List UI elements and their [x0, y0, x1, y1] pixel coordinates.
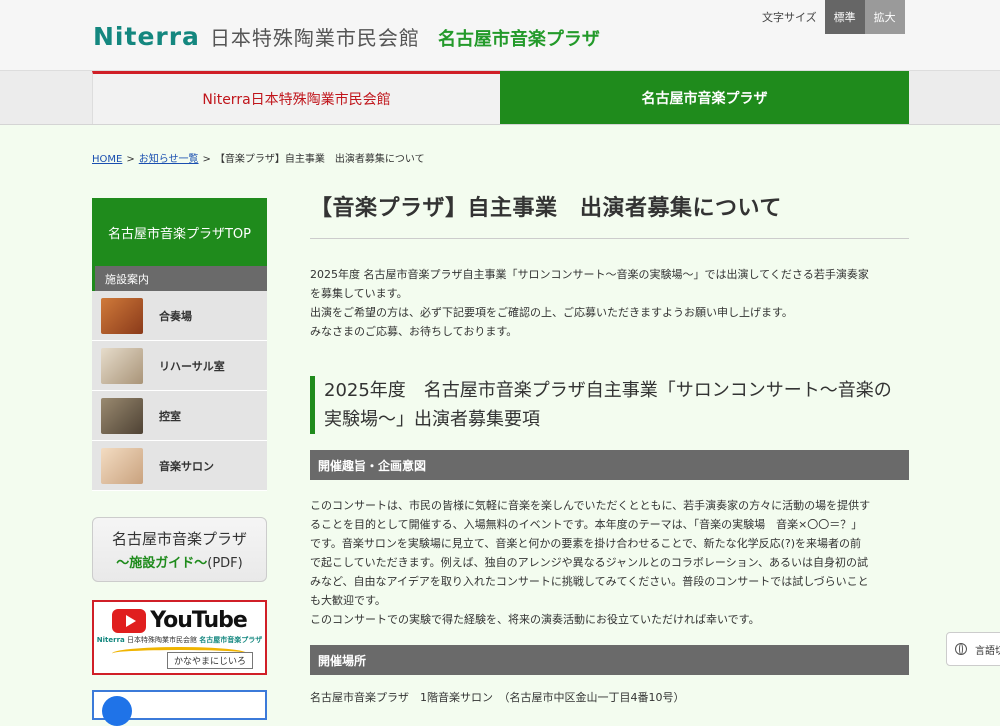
sidebar-item-ensemble-hall[interactable]: 合奏場: [92, 291, 267, 341]
music-salon-thumbnail: [101, 447, 143, 484]
breadcrumb-news-link[interactable]: お知らせ一覧: [139, 154, 199, 165]
main-content: 【音楽プラザ】自主事業 出演者募集について 2025年度 名古屋市音楽プラザ自主…: [310, 190, 909, 705]
font-size-switcher: 文字サイズ 標準 拡大: [762, 0, 905, 34]
logo-brand: Niterra: [93, 22, 200, 51]
youtube-banner-plaza: 名古屋市音楽プラザ: [199, 636, 263, 644]
guide-banner-pdf-label: (PDF): [207, 556, 243, 571]
body-line: です。音楽サロンを実験場に見立て、音楽と何かの要素を掛け合わせることで、新たな化…: [310, 537, 861, 550]
sidebar-item-rehearsal-room[interactable]: リハーサル室: [92, 341, 267, 391]
site-header: Niterra 日本特殊陶業市民会館 名古屋市音楽プラザ 文字サイズ 標準 拡大: [0, 0, 1000, 70]
youtube-wordmark: YouTube: [150, 608, 248, 633]
font-size-standard-button[interactable]: 標準: [824, 0, 865, 34]
intro-line: 2025年度 名古屋市音楽プラザ自主事業「サロンコンサート～音楽の実験場～」では…: [310, 268, 869, 281]
section-heading-purpose: 開催趣旨・企画意図: [310, 450, 909, 480]
youtube-channel-name: かなやまにじいろ: [166, 652, 253, 669]
section-heading-venue: 開催場所: [310, 645, 909, 675]
sidebar-section-heading: 施設案内: [92, 266, 267, 291]
sidebar-item-label: 控室: [159, 409, 181, 423]
rehearsal-room-thumbnail: [101, 347, 143, 384]
tab-civic-hall[interactable]: Niterra日本特殊陶業市民会館: [92, 71, 500, 124]
intro-line: を募集しています。: [310, 287, 408, 300]
intro-line: 出演をご希望の方は、必ず下記要項をご確認の上、ご応募いただきますようお願い申し上…: [310, 306, 793, 319]
page-title: 【音楽プラザ】自主事業 出演者募集について: [310, 190, 909, 239]
green-room-thumbnail: [101, 397, 143, 434]
sidebar: 名古屋市音楽プラザTOP 施設案内 合奏場 リハーサル室 控室 音楽サロン: [92, 198, 267, 491]
youtube-banner-venues: Niterra 日本特殊陶業市民会館 名古屋市音楽プラザ: [94, 635, 265, 645]
ensemble-hall-thumbnail: [101, 297, 143, 334]
breadcrumb-separator: >: [202, 154, 211, 165]
sidebar-item-label: リハーサル室: [159, 359, 225, 373]
intro-line: みなさまのご応募、お待ちしております。: [310, 325, 518, 338]
facebook-icon: [102, 696, 132, 726]
purpose-text: このコンサートは、市民の皆様に気軽に音楽を楽しんでいただくとともに、若手演奏家の…: [310, 496, 909, 629]
globe-icon: [955, 643, 967, 655]
youtube-logo: YouTube: [94, 608, 265, 633]
guide-banner-subtitle-text: ～施設ガイド～: [116, 556, 208, 571]
language-switch-label: 言語切: [975, 645, 1000, 657]
body-line: このコンサートは、市民の皆様に気軽に音楽を楽しんでいただくとともに、若手演奏家の…: [310, 499, 871, 512]
facility-guide-pdf-banner[interactable]: 名古屋市音楽プラザ ～施設ガイド～(PDF): [92, 517, 267, 582]
body-line: このコンサートでの実験で得た経験を、将来の演奏活動にお役立ていただければ幸いです…: [310, 613, 760, 626]
body-line: みなど、自由なアイデアを取り入れたコンサートに挑戦してみてください。普段のコンサ…: [310, 575, 869, 588]
youtube-banner-hall: 日本特殊陶業市民会館: [126, 636, 197, 644]
body-line: で起こしていただきます。例えば、独自のアレンジや異なるジャンルとのコラボレーショ…: [310, 556, 869, 569]
sidebar-item-music-salon[interactable]: 音楽サロン: [92, 441, 267, 491]
sidebar-plaza-top-link[interactable]: 名古屋市音楽プラザTOP: [92, 198, 267, 266]
intro-text: 2025年度 名古屋市音楽プラザ自主事業「サロンコンサート～音楽の実験場～」では…: [310, 265, 909, 341]
logo-plaza-name: 名古屋市音楽プラザ: [437, 29, 600, 50]
font-size-label: 文字サイズ: [762, 11, 817, 24]
tab-music-plaza[interactable]: 名古屋市音楽プラザ: [500, 71, 909, 124]
logo-hall-name: 日本特殊陶業市民会館: [209, 26, 420, 50]
guide-banner-title: 名古屋市音楽プラザ: [111, 530, 247, 548]
guide-banner-subtitle: ～施設ガイド～(PDF): [93, 552, 266, 571]
recruitment-heading: 2025年度 名古屋市音楽プラザ自主事業「サロンコンサート～音楽の実験場～」出演…: [310, 376, 909, 434]
breadcrumb-home-link[interactable]: HOME: [92, 154, 122, 165]
breadcrumb-current: 【音楽プラザ】自主事業 出演者募集について: [214, 154, 425, 165]
venue-text: 名古屋市音楽プラザ 1階音楽サロン （名古屋市中区金山一丁目4番10号）: [310, 691, 685, 704]
sidebar-item-label: 音楽サロン: [159, 459, 214, 473]
youtube-banner-brand: Niterra: [96, 636, 125, 644]
body-line: ることを目的として開催する、入場無料のイベントです。本年度のテーマは、「音楽の実…: [310, 518, 863, 531]
facebook-banner[interactable]: [92, 690, 267, 726]
font-size-large-button[interactable]: 拡大: [864, 0, 905, 34]
body-line: も大歓迎です。: [310, 594, 386, 607]
sidebar-item-green-room[interactable]: 控室: [92, 391, 267, 441]
breadcrumb: HOME > お知らせ一覧 > 【音楽プラザ】自主事業 出演者募集について: [92, 150, 425, 165]
site-logo[interactable]: Niterra 日本特殊陶業市民会館 名古屋市音楽プラザ: [93, 22, 600, 51]
youtube-play-icon: [112, 608, 147, 633]
venue-tabs: Niterra日本特殊陶業市民会館 名古屋市音楽プラザ: [0, 70, 1000, 125]
sidebar-item-label: 合奏場: [159, 309, 192, 323]
youtube-channel-banner[interactable]: YouTube Niterra 日本特殊陶業市民会館 名古屋市音楽プラザ かなや…: [92, 600, 267, 675]
language-switch-button[interactable]: 言語切: [946, 632, 1000, 666]
breadcrumb-separator: >: [126, 154, 135, 165]
sidebar-section-label: 施設案内: [105, 272, 149, 286]
